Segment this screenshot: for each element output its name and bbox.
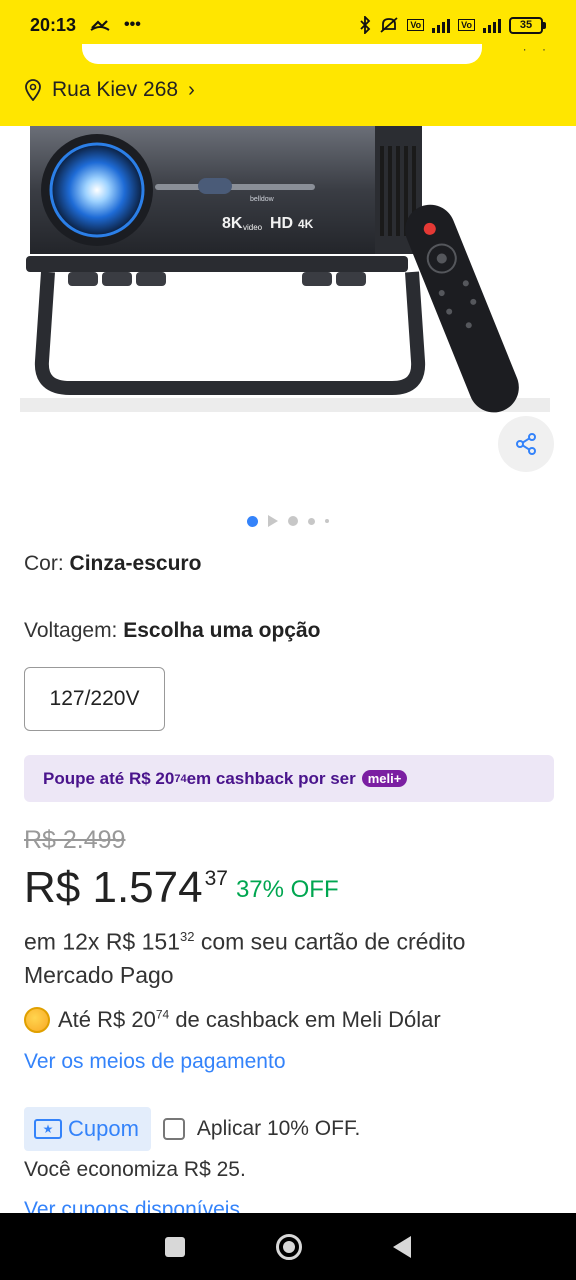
overflow-dots: · · <box>522 42 552 56</box>
mute-icon <box>380 17 398 33</box>
coupon-icon: ★ <box>34 1119 62 1139</box>
meli-plus-badge: meli+ <box>361 770 408 787</box>
product-image: belldow 8K video HD 4K <box>20 126 550 413</box>
apply-coupon-text[interactable]: Aplicar 10% OFF. <box>197 1117 360 1141</box>
installments-prefix: em 12x R$ 151 <box>24 928 180 955</box>
gallery-pagination <box>0 515 576 527</box>
product-image-gallery[interactable]: belldow 8K video HD 4K <box>0 126 576 536</box>
volte-icon: Vo <box>407 19 425 31</box>
color-label: Cor: <box>24 552 64 575</box>
chevron-right-icon: › <box>188 78 195 101</box>
shipping-address[interactable]: Rua Kiev 268 › <box>24 78 195 102</box>
cashback-banner-suffix: em cashback por ser <box>186 768 356 788</box>
back-button[interactable] <box>392 1235 411 1258</box>
voltage-label: Voltagem: <box>24 619 118 642</box>
apply-coupon-checkbox[interactable] <box>162 1118 185 1140</box>
volte-2-icon: Vo <box>458 19 475 31</box>
battery-icon: 35 <box>509 16 546 34</box>
voltage-value: Escolha uma opção <box>123 619 321 642</box>
cashback-banner-prefix: Poupe até R$ 20 <box>43 768 175 788</box>
price-cents: 37 <box>204 867 228 890</box>
top-header: 20:13 ••• Vo Vo 35 · · Rua Kiev 268 › <box>0 0 576 126</box>
badge-video: video <box>243 223 263 232</box>
discount-badge: 37% OFF <box>235 876 339 903</box>
gallery-dot-1[interactable] <box>247 515 258 527</box>
gallery-dot-4[interactable] <box>308 517 315 525</box>
voltage-selector: Voltagem: Escolha uma opção <box>24 619 320 643</box>
gallery-video-indicator[interactable] <box>268 515 278 527</box>
voltage-option-127-220v[interactable]: 127/220V <box>24 667 165 731</box>
installments-cents: 32 <box>179 929 195 944</box>
recents-button[interactable] <box>165 1236 186 1257</box>
savings-text: Você economiza R$ 25. <box>24 1158 246 1181</box>
payment-methods-link[interactable]: Ver os meios de pagamento <box>24 1050 286 1074</box>
cashback-banner-cents: 74 <box>174 772 187 785</box>
more-notifications-icon: ••• <box>124 16 141 33</box>
badge-8k: 8K <box>222 215 243 232</box>
coupon-row: ★ Cupom Aplicar 10% OFF. <box>24 1107 360 1151</box>
badge-4k: 4K <box>298 217 314 231</box>
meli-dolar-prefix: Até R$ 20 <box>58 1007 156 1032</box>
meli-dolar-suffix: de cashback em Meli Dólar <box>169 1007 441 1032</box>
installments-info: em 12x R$ 15132 com seu cartão de crédit… <box>24 920 554 992</box>
battery-level: 35 <box>509 16 543 34</box>
share-icon <box>516 433 536 455</box>
coupon-chip[interactable]: ★ Cupom <box>24 1107 151 1151</box>
coupon-chip-label: Cupom <box>68 1116 139 1141</box>
missed-call-icon <box>90 20 110 31</box>
bluetooth-icon <box>360 16 371 34</box>
brand-logo-text: belldow <box>250 196 275 203</box>
status-bar: 20:13 ••• Vo Vo 35 <box>0 0 576 50</box>
gallery-dot-5[interactable] <box>325 519 329 523</box>
status-time: 20:13 <box>30 14 77 35</box>
system-nav-bar <box>0 1213 576 1280</box>
location-pin-icon <box>25 79 41 101</box>
share-button[interactable] <box>498 416 554 472</box>
signal-1-icon <box>432 17 451 33</box>
meli-dolar-cents: 74 <box>155 1007 170 1022</box>
color-selector: Cor: Cinza-escuro <box>24 552 201 576</box>
gallery-dot-3[interactable] <box>288 516 298 526</box>
coin-icon <box>24 1007 50 1033</box>
home-button[interactable] <box>275 1233 302 1260</box>
address-text: Rua Kiev 268 <box>52 78 179 101</box>
search-bar-edge[interactable] <box>82 44 482 64</box>
current-price: R$ 1.574 37 37% OFF <box>24 860 339 916</box>
original-price: R$ 2.499 <box>24 826 126 854</box>
meli-dolar-cashback: Até R$ 2074 de cashback em Meli Dólar <box>24 1007 441 1033</box>
color-value: Cinza-escuro <box>69 552 202 575</box>
signal-2-icon <box>483 17 501 33</box>
cashback-banner[interactable]: Poupe até R$ 20 74 em cashback por ser me… <box>24 755 554 802</box>
price-main: R$ 1.574 <box>24 863 203 912</box>
badge-hd: HD <box>270 215 293 232</box>
